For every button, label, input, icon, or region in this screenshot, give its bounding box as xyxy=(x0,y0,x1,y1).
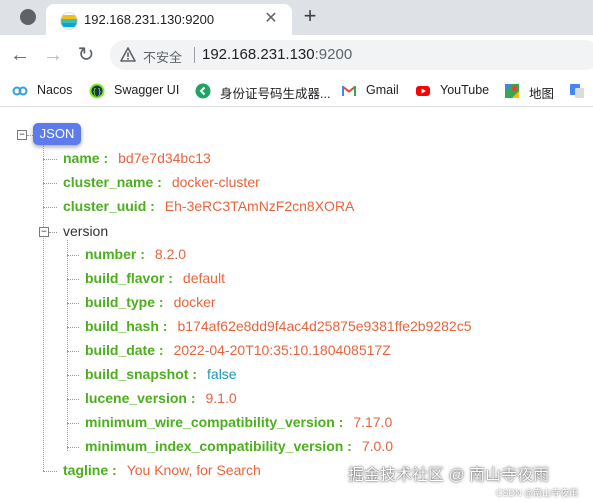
json-key: lucene_version xyxy=(85,390,187,406)
json-key: version xyxy=(63,223,109,239)
bookmark-label: 地图 xyxy=(529,87,555,101)
url-port: :9200 xyxy=(314,46,353,63)
security-status[interactable]: 不安全 xyxy=(143,47,182,66)
bookmark-label: YouTube xyxy=(440,83,490,97)
watermark: 掘金技术社区 @ 南山寺夜雨 xyxy=(348,467,550,484)
json-key: build_date xyxy=(85,342,156,358)
json-value: 7.0.0 xyxy=(361,438,393,454)
json-key: cluster_name xyxy=(63,174,154,190)
json-key: number xyxy=(85,246,137,262)
url-host: 192.168.231.130 xyxy=(202,46,315,63)
tree-guide-root xyxy=(43,145,44,471)
gmail-icon xyxy=(341,85,357,96)
nacos-icon xyxy=(12,86,28,96)
json-field-build-hash: build_hash : b174af62e8dd9f4ac4d25875e938… xyxy=(85,318,472,334)
tree-connector xyxy=(43,183,57,184)
new-tab-button[interactable]: + xyxy=(300,5,320,27)
json-field-build-snapshot: build_snapshot : false xyxy=(85,366,237,382)
forward-button[interactable]: → xyxy=(41,43,65,67)
json-field-build-type: build_type : docker xyxy=(85,294,216,310)
json-key: build_flavor xyxy=(85,270,165,286)
json-value: 8.2.0 xyxy=(154,246,187,262)
json-key: build_type xyxy=(85,294,156,310)
bookmarks-bar: Nacos {} Swagger UI 身份证号码生成器... Gmail Yo… xyxy=(0,75,593,107)
tree-connector xyxy=(67,351,79,352)
json-key: build_hash xyxy=(85,318,159,334)
translate-icon xyxy=(570,84,584,98)
json-field-build-flavor: build_flavor : default xyxy=(85,270,225,286)
json-value: 2022-04-20T10:35:10.180408517Z xyxy=(173,342,391,358)
tree-connector xyxy=(67,423,79,424)
address-bar[interactable]: 不安全 192.168.231.130:9200 xyxy=(110,40,593,70)
json-field-cluster-uuid: cluster_uuid : Eh-3eRC3TAmNzF2cn8XORA xyxy=(63,198,355,214)
back-button[interactable]: ← xyxy=(8,43,32,67)
json-field-number: number :8.2.0 xyxy=(85,246,187,262)
json-value: 7.17.0 xyxy=(353,414,393,430)
tree-connector xyxy=(49,232,57,233)
globe-icon[interactable] xyxy=(20,9,36,25)
bookmark-label: Gmail xyxy=(366,83,399,97)
tree-connector xyxy=(43,159,57,160)
tree-connector xyxy=(67,279,79,280)
separator xyxy=(194,47,195,63)
tree-connector xyxy=(67,447,79,448)
browser-tab[interactable]: 192.168.231.130:9200 ✕ xyxy=(46,4,292,35)
json-viewer: − JSON name : bd7e7d34bc13 cluster_name :… xyxy=(0,107,593,502)
json-value: You Know, for Search xyxy=(126,462,261,478)
tree-connector xyxy=(43,207,57,208)
tree-connector xyxy=(67,399,79,400)
svg-text:{}: {} xyxy=(92,87,102,96)
maps-icon xyxy=(505,84,519,98)
url-text[interactable]: 192.168.231.130:9200 xyxy=(202,46,352,63)
elasticsearch-favicon-icon xyxy=(60,12,78,30)
collapse-root-toggle[interactable]: − xyxy=(17,130,27,140)
swagger-icon: {} xyxy=(89,83,105,99)
tree-connector xyxy=(67,255,79,256)
json-key: tagline xyxy=(63,462,109,478)
reload-button[interactable]: ↻ xyxy=(74,43,98,67)
collapse-version-toggle[interactable]: − xyxy=(39,227,49,237)
bookmark-label: 身份证号码生成器... xyxy=(220,87,331,101)
tree-connector xyxy=(67,303,79,304)
tab-title: 192.168.231.130:9200 xyxy=(84,12,215,27)
tree-guide-version xyxy=(67,240,68,451)
watermark-sub: CSDN @南山寺夜雨 xyxy=(496,488,579,498)
json-object-version: version xyxy=(63,223,108,239)
tree-connector xyxy=(43,471,57,472)
bookmark-label: Swagger UI xyxy=(114,83,180,97)
json-root-badge[interactable]: JSON xyxy=(33,123,81,145)
json-field-cluster-name: cluster_name : docker-cluster xyxy=(63,174,260,190)
json-field-lucene-version: lucene_version :9.1.0 xyxy=(85,390,237,406)
json-key: minimum_index_compatibility_version xyxy=(85,438,344,454)
json-field-min-wire-compat: minimum_wire_compatibility_version :7.17… xyxy=(85,414,393,430)
json-value: default xyxy=(182,270,225,286)
json-value: Eh-3eRC3TAmNzF2cn8XORA xyxy=(164,198,355,214)
json-key: cluster_uuid xyxy=(63,198,147,214)
id-generator-icon xyxy=(195,83,211,99)
json-field-tagline: tagline : You Know, for Search xyxy=(63,462,261,478)
tab-strip: 192.168.231.130:9200 ✕ + xyxy=(0,0,593,35)
bookmark-label: Nacos xyxy=(37,83,73,97)
json-value: docker-cluster xyxy=(171,174,260,190)
tab-close-icon[interactable]: ✕ xyxy=(262,10,280,28)
json-value: false xyxy=(207,366,237,382)
json-field-name: name : bd7e7d34bc13 xyxy=(63,150,211,166)
json-key: build_snapshot xyxy=(85,366,189,382)
json-key: name xyxy=(63,150,100,166)
warning-icon[interactable] xyxy=(120,47,136,63)
json-value: bd7e7d34bc13 xyxy=(118,150,211,166)
browser-toolbar: ← → ↻ 不安全 192.168.231.130:9200 xyxy=(0,35,593,75)
json-field-min-index-compat: minimum_index_compatibility_version :7.0… xyxy=(85,438,393,454)
tree-connector xyxy=(67,327,79,328)
json-value: 9.1.0 xyxy=(205,390,237,406)
json-field-build-date: build_date :2022-04-20T10:35:10.18040851… xyxy=(85,342,391,358)
json-value: docker xyxy=(173,294,216,310)
tree-connector xyxy=(67,375,79,376)
json-value: b174af62e8dd9f4ac4d25875e9381ffe2b9282c5 xyxy=(177,318,472,334)
json-key: minimum_wire_compatibility_version xyxy=(85,414,335,430)
youtube-icon xyxy=(416,86,430,96)
